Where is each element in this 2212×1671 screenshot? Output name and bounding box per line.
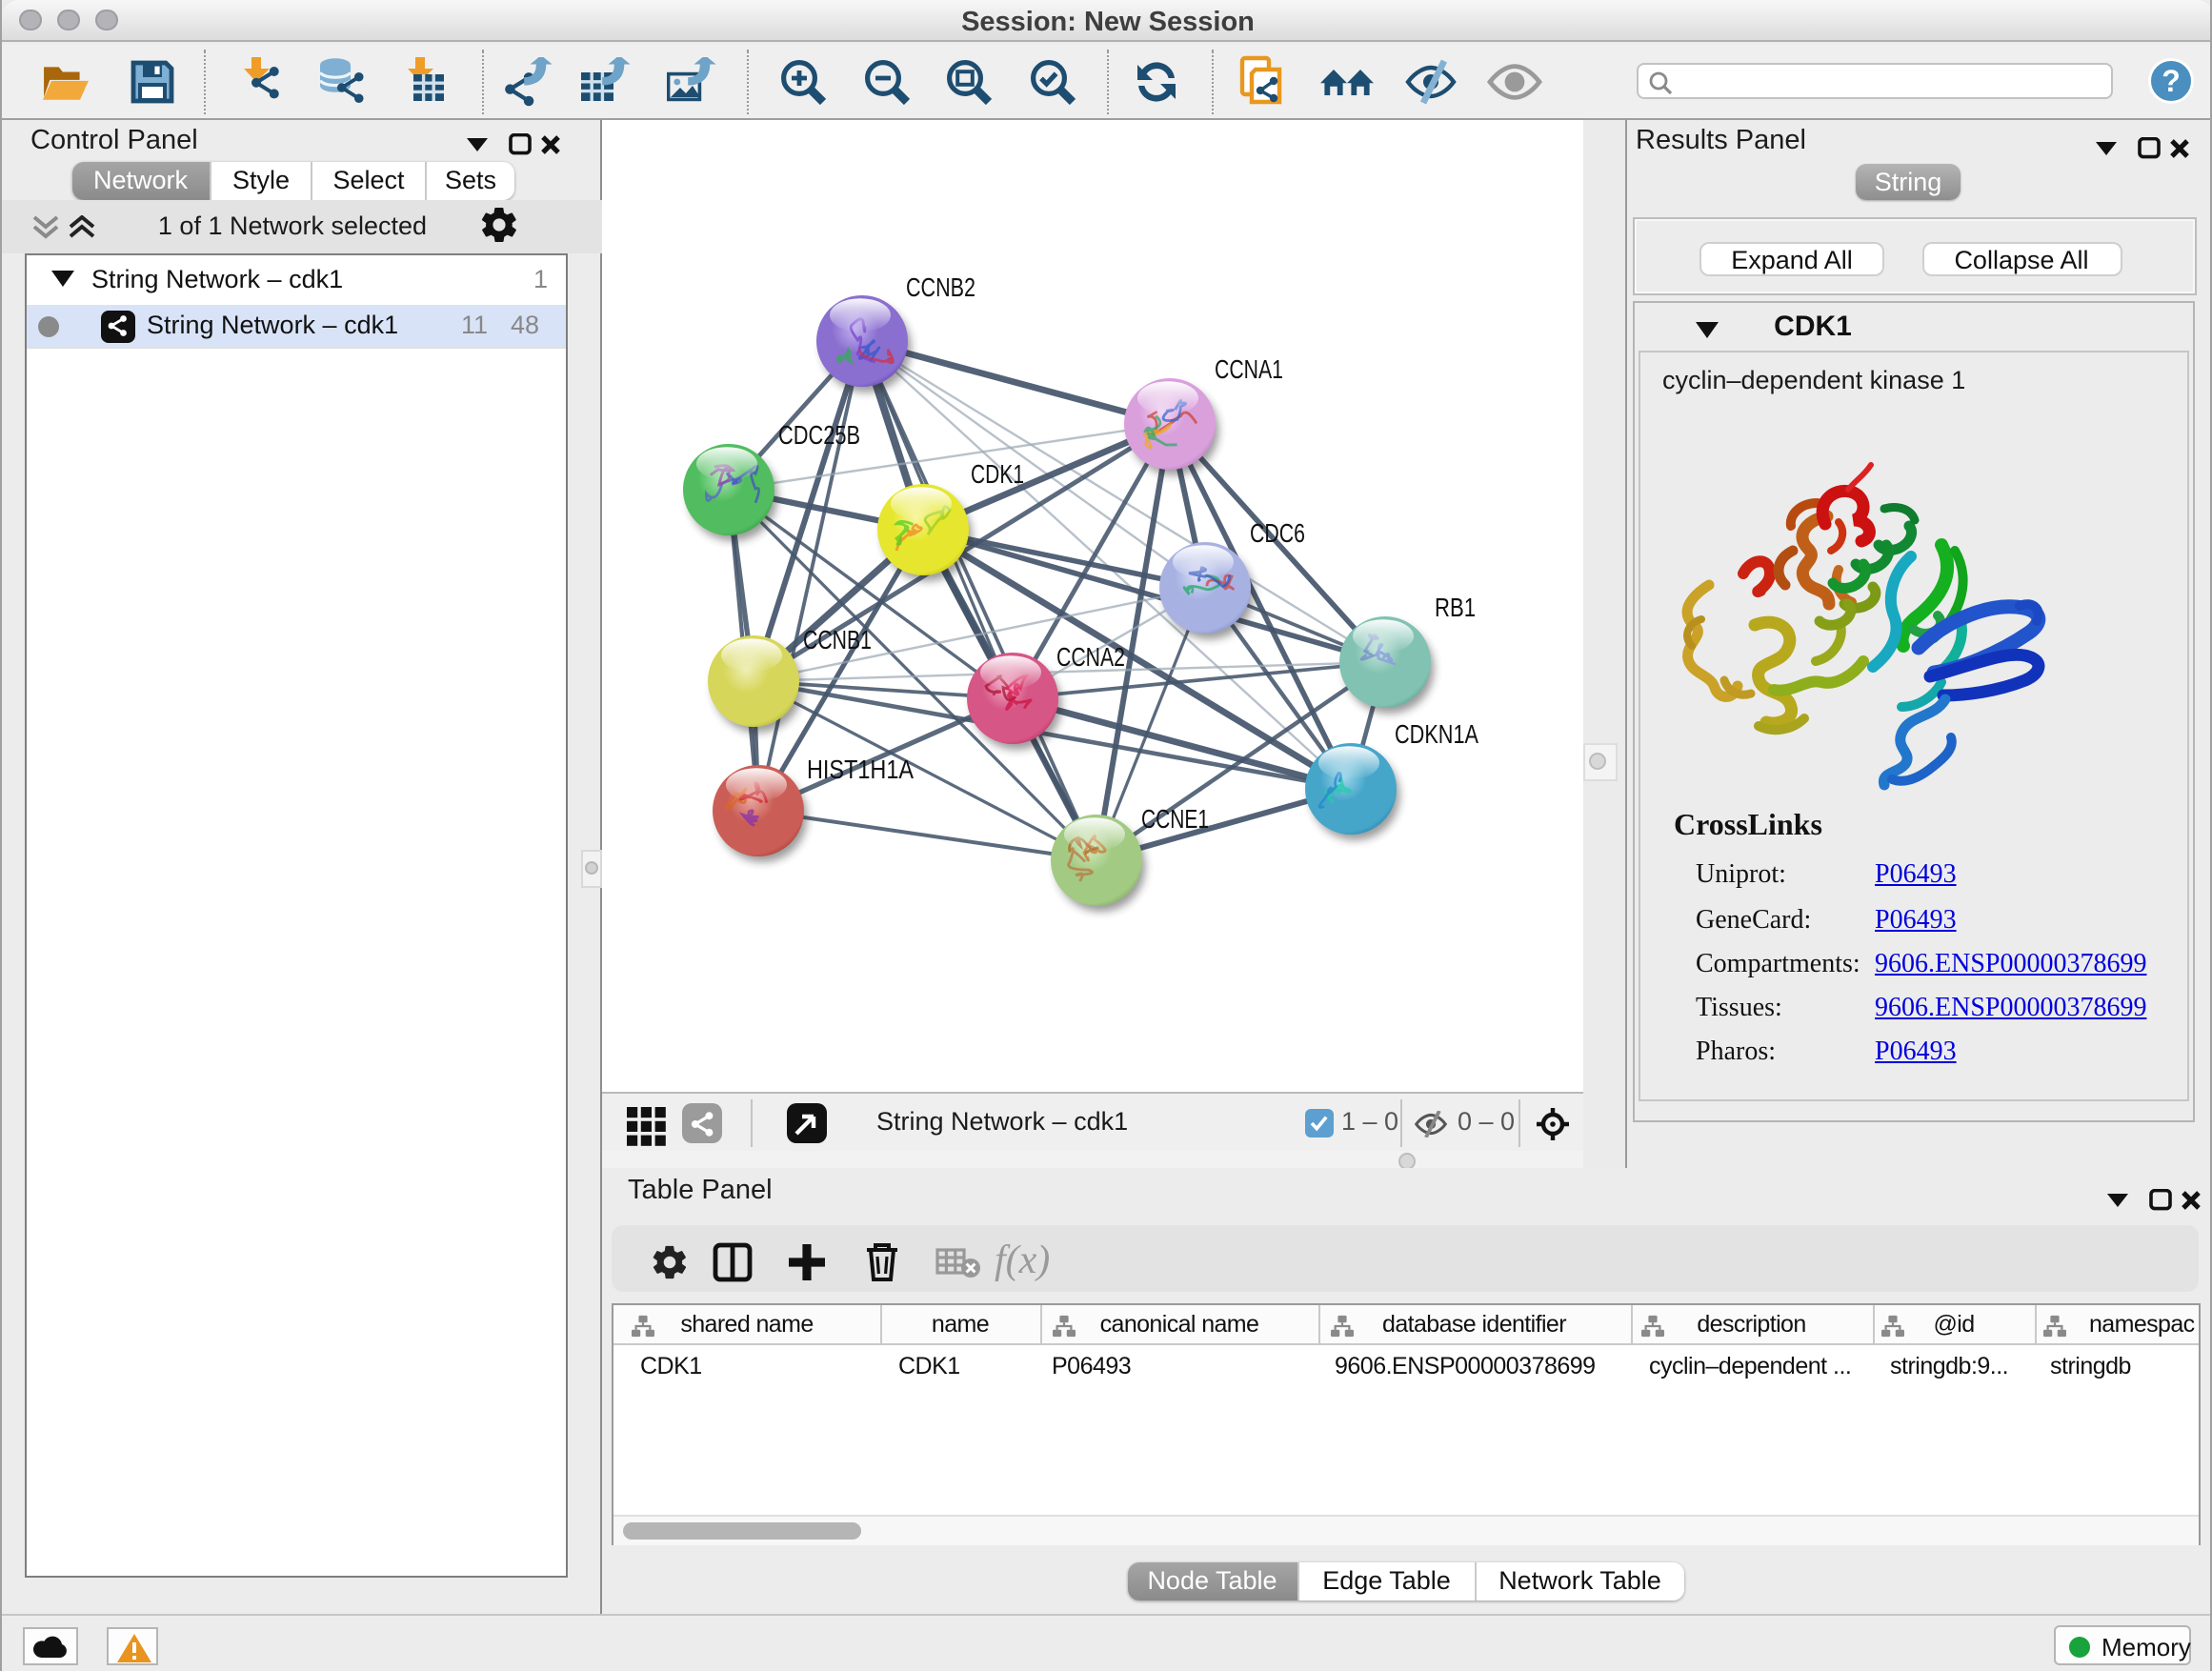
svg-text:CCNE1: CCNE1 [1141,804,1209,834]
svg-text:CCNB2: CCNB2 [906,272,975,302]
svg-text:CDKN1A: CDKN1A [1395,719,1478,749]
svg-text:CCNB1: CCNB1 [803,625,872,654]
svg-text:CCNA2: CCNA2 [1056,642,1125,672]
svg-text:HIST1H1A: HIST1H1A [807,755,914,784]
svg-text:CCNA1: CCNA1 [1215,354,1283,384]
svg-text:RB1: RB1 [1435,593,1476,622]
svg-text:?: ? [2162,63,2181,97]
svg-text:CDK1: CDK1 [971,459,1024,489]
svg-text:CDC6: CDC6 [1250,518,1305,548]
svg-text:CDC25B: CDC25B [778,420,860,450]
